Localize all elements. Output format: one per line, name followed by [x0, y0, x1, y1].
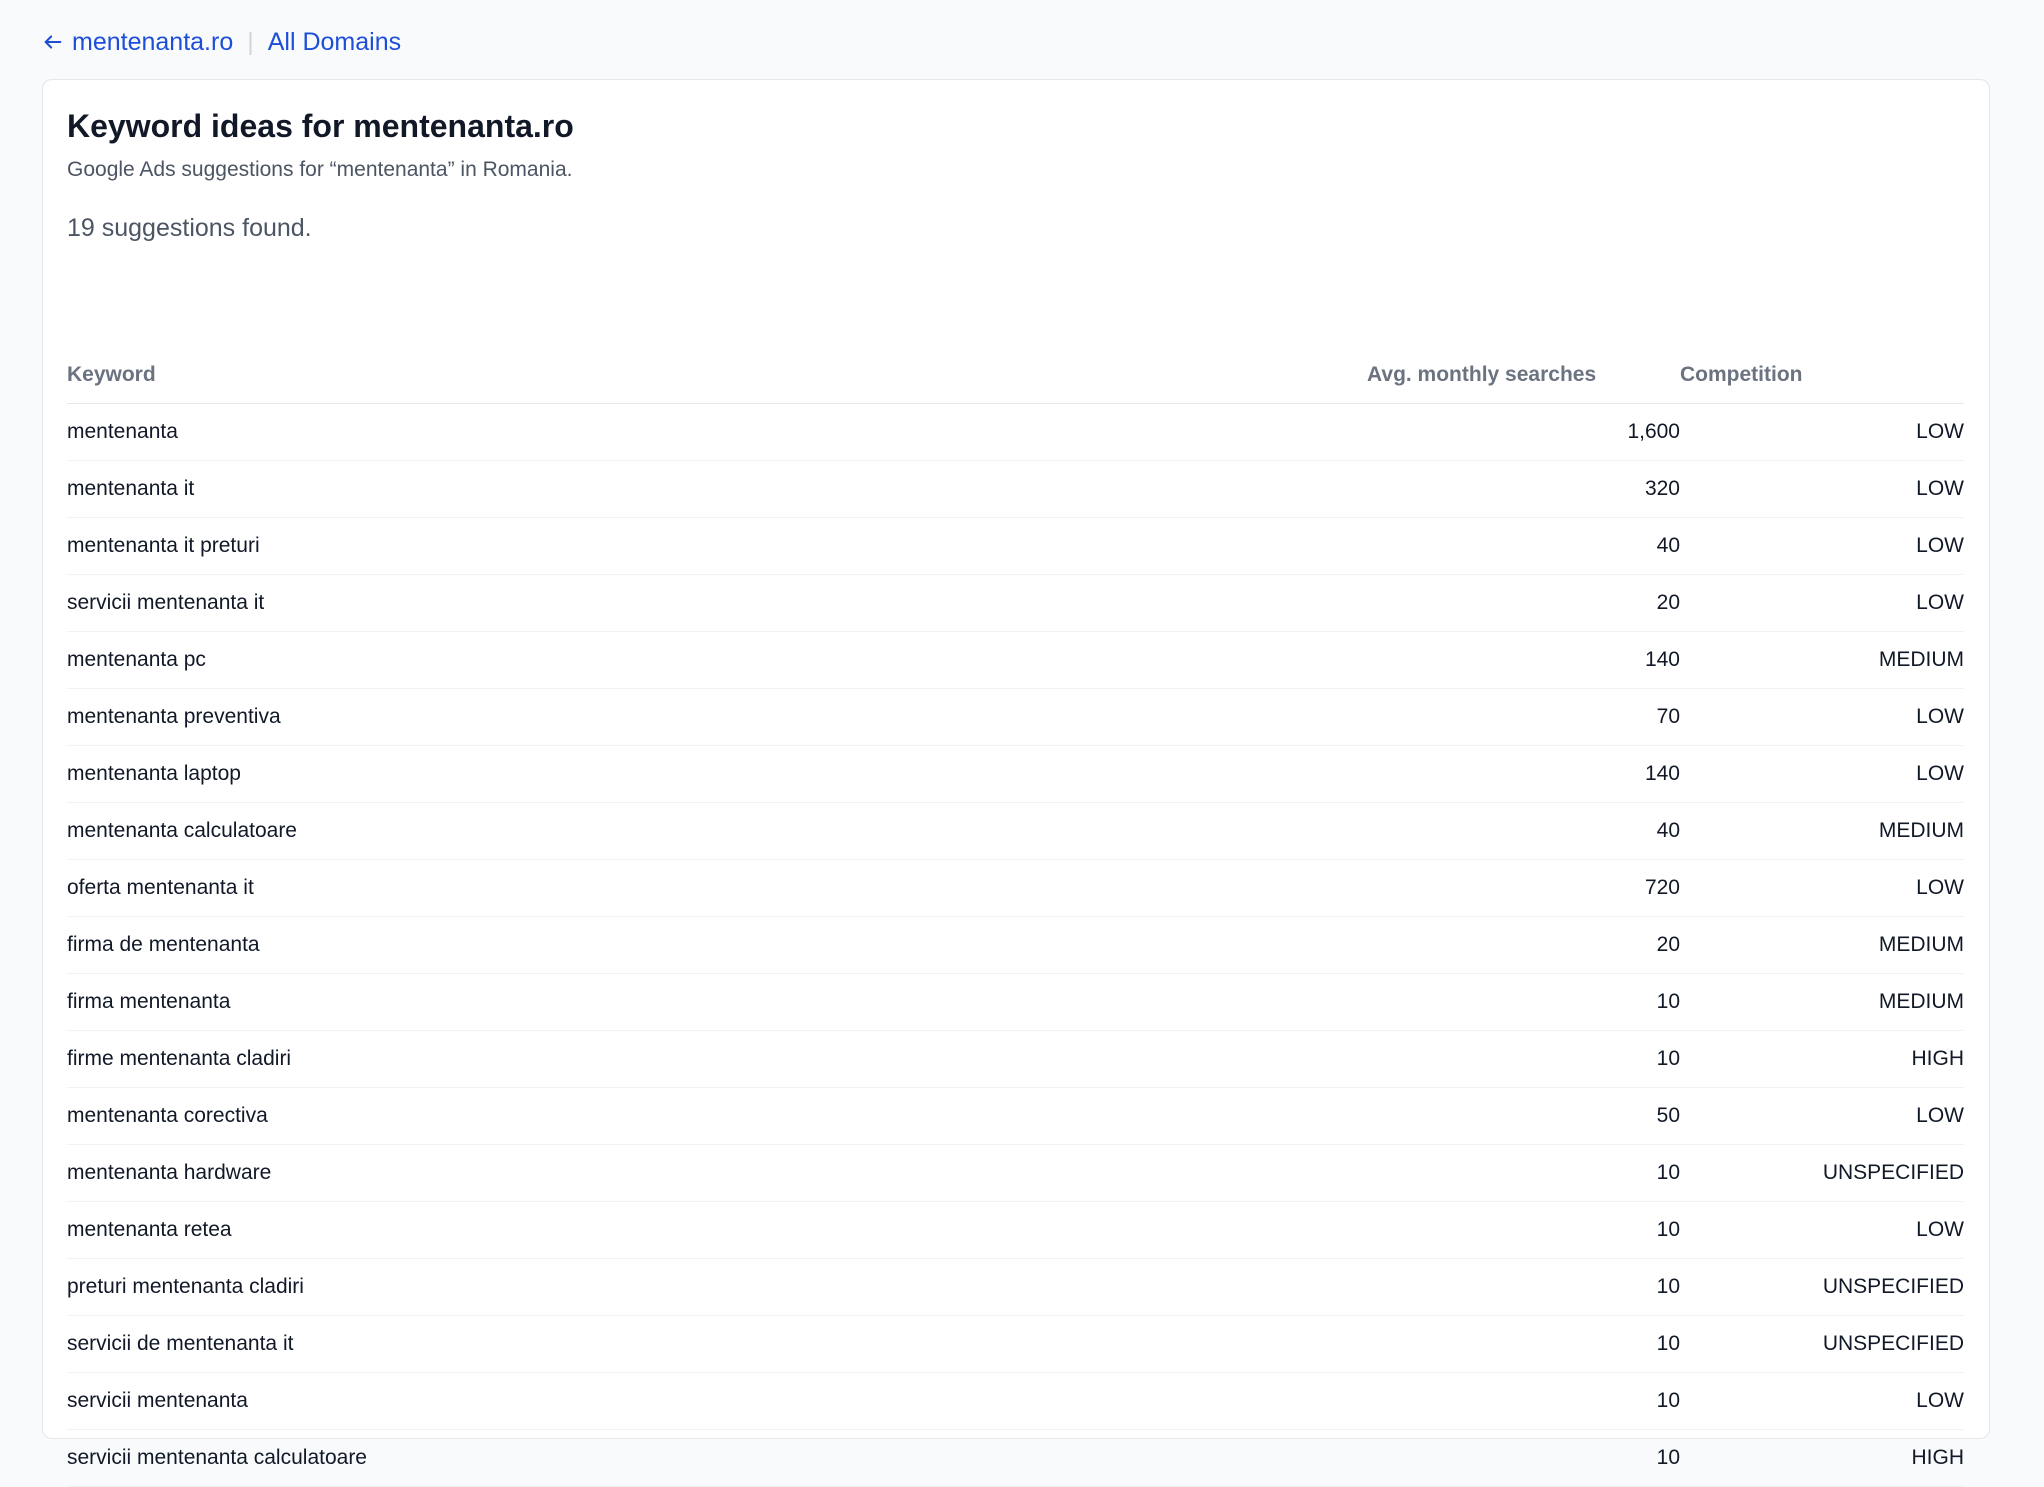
competition-cell: HIGH	[1680, 1429, 1964, 1487]
competition-cell: LOW	[1680, 859, 1964, 917]
competition-cell: MEDIUM	[1680, 973, 1964, 1031]
searches-cell: 140	[1367, 631, 1680, 689]
keyword-cell: mentenanta preventiva	[67, 688, 1367, 746]
breadcrumb-separator: |	[247, 27, 254, 56]
searches-cell: 10	[1367, 1372, 1680, 1430]
searches-cell: 1,600	[1367, 403, 1680, 461]
keyword-cell: mentenanta it	[67, 460, 1367, 518]
all-domains-link[interactable]: All Domains	[268, 28, 401, 57]
searches-cell: 10	[1367, 973, 1680, 1031]
competition-cell: MEDIUM	[1680, 916, 1964, 974]
keyword-cell: mentenanta corectiva	[67, 1087, 1367, 1145]
searches-cell: 40	[1367, 802, 1680, 860]
competition-cell: LOW	[1680, 1087, 1964, 1145]
column-header-keyword: Keyword	[67, 347, 1367, 404]
competition-cell: LOW	[1680, 460, 1964, 518]
searches-cell: 140	[1367, 745, 1680, 803]
table-row: mentenanta pc 140 MEDIUM	[67, 631, 1964, 689]
column-header-competition: Competition	[1680, 347, 1964, 404]
keyword-cell: mentenanta laptop	[67, 745, 1367, 803]
table-row: mentenanta laptop 140 LOW	[67, 745, 1964, 803]
competition-cell: UNSPECIFIED	[1680, 1258, 1964, 1316]
keyword-cell: servicii mentenanta	[67, 1372, 1367, 1430]
page-title: Keyword ideas for mentenanta.ro	[67, 108, 574, 144]
keyword-cell: firma mentenanta	[67, 973, 1367, 1031]
page-subtitle: Google Ads suggestions for “mentenanta” …	[67, 158, 573, 181]
keyword-cell: servicii mentenanta it	[67, 574, 1367, 632]
competition-cell: HIGH	[1680, 1030, 1964, 1088]
keyword-cell: servicii mentenanta calculatoare	[67, 1429, 1367, 1487]
searches-cell: 10	[1367, 1144, 1680, 1202]
keyword-cell: mentenanta	[67, 403, 1367, 461]
competition-cell: LOW	[1680, 745, 1964, 803]
back-link[interactable]: mentenanta.ro	[42, 28, 233, 57]
searches-cell: 320	[1367, 460, 1680, 518]
table-row: servicii mentenanta it 20 LOW	[67, 574, 1964, 632]
table-row: mentenanta preventiva 70 LOW	[67, 688, 1964, 746]
keyword-cell: mentenanta calculatoare	[67, 802, 1367, 860]
searches-cell: 10	[1367, 1258, 1680, 1316]
keyword-cell: mentenanta pc	[67, 631, 1367, 689]
table-row: mentenanta hardware 10 UNSPECIFIED	[67, 1144, 1964, 1202]
searches-cell: 20	[1367, 916, 1680, 974]
searches-cell: 10	[1367, 1315, 1680, 1373]
keyword-cell: mentenanta hardware	[67, 1144, 1367, 1202]
table-row: preturi mentenanta cladiri 10 UNSPECIFIE…	[67, 1258, 1964, 1316]
searches-cell: 20	[1367, 574, 1680, 632]
table-row: servicii mentenanta 10 LOW	[67, 1372, 1964, 1430]
competition-cell: MEDIUM	[1680, 802, 1964, 860]
keyword-ideas-card: Keyword ideas for mentenanta.ro Google A…	[42, 79, 1990, 1487]
competition-cell: LOW	[1680, 688, 1964, 746]
competition-cell: LOW	[1680, 1201, 1964, 1259]
table-row: mentenanta corectiva 50 LOW	[67, 1087, 1964, 1145]
competition-cell: MEDIUM	[1680, 631, 1964, 689]
table-row: oferta mentenanta it 720 LOW	[67, 859, 1964, 917]
searches-cell: 70	[1367, 688, 1680, 746]
competition-cell: LOW	[1680, 517, 1964, 575]
table-row: mentenanta it preturi 40 LOW	[67, 517, 1964, 575]
keyword-cell: servicii de mentenanta it	[67, 1315, 1367, 1373]
searches-cell: 10	[1367, 1201, 1680, 1259]
column-header-searches: Avg. monthly searches	[1367, 347, 1680, 404]
competition-cell: LOW	[1680, 574, 1964, 632]
keyword-cell: mentenanta retea	[67, 1201, 1367, 1259]
breadcrumb: mentenanta.ro | All Domains	[42, 22, 401, 62]
table-row: mentenanta 1,600 LOW	[67, 403, 1964, 461]
table-row: mentenanta calculatoare 40 MEDIUM	[67, 802, 1964, 860]
competition-cell: LOW	[1680, 403, 1964, 461]
keyword-cell: firma de mentenanta	[67, 916, 1367, 974]
keyword-cell: preturi mentenanta cladiri	[67, 1258, 1367, 1316]
searches-cell: 40	[1367, 517, 1680, 575]
table-row: mentenanta retea 10 LOW	[67, 1201, 1964, 1259]
competition-cell: UNSPECIFIED	[1680, 1315, 1964, 1373]
results-count: 19 suggestions found.	[67, 214, 312, 242]
keyword-cell: mentenanta it preturi	[67, 517, 1367, 575]
table-header-row: Keyword Avg. monthly searches Competitio…	[67, 347, 1964, 404]
table-row: servicii de mentenanta it 10 UNSPECIFIED	[67, 1315, 1964, 1373]
competition-cell: UNSPECIFIED	[1680, 1144, 1964, 1202]
searches-cell: 10	[1367, 1030, 1680, 1088]
searches-cell: 10	[1367, 1429, 1680, 1487]
table-row: firma mentenanta 10 MEDIUM	[67, 973, 1964, 1031]
table-row: mentenanta it 320 LOW	[67, 460, 1964, 518]
table-row: servicii mentenanta calculatoare 10 HIGH	[67, 1429, 1964, 1487]
table-row: firme mentenanta cladiri 10 HIGH	[67, 1030, 1964, 1088]
arrow-left-icon	[42, 31, 64, 53]
keyword-table: Keyword Avg. monthly searches Competitio…	[67, 347, 1964, 1487]
searches-cell: 720	[1367, 859, 1680, 917]
table-row: firma de mentenanta 20 MEDIUM	[67, 916, 1964, 974]
searches-cell: 50	[1367, 1087, 1680, 1145]
keyword-cell: firme mentenanta cladiri	[67, 1030, 1367, 1088]
back-link-label: mentenanta.ro	[72, 27, 234, 56]
competition-cell: LOW	[1680, 1372, 1964, 1430]
keyword-cell: oferta mentenanta it	[67, 859, 1367, 917]
